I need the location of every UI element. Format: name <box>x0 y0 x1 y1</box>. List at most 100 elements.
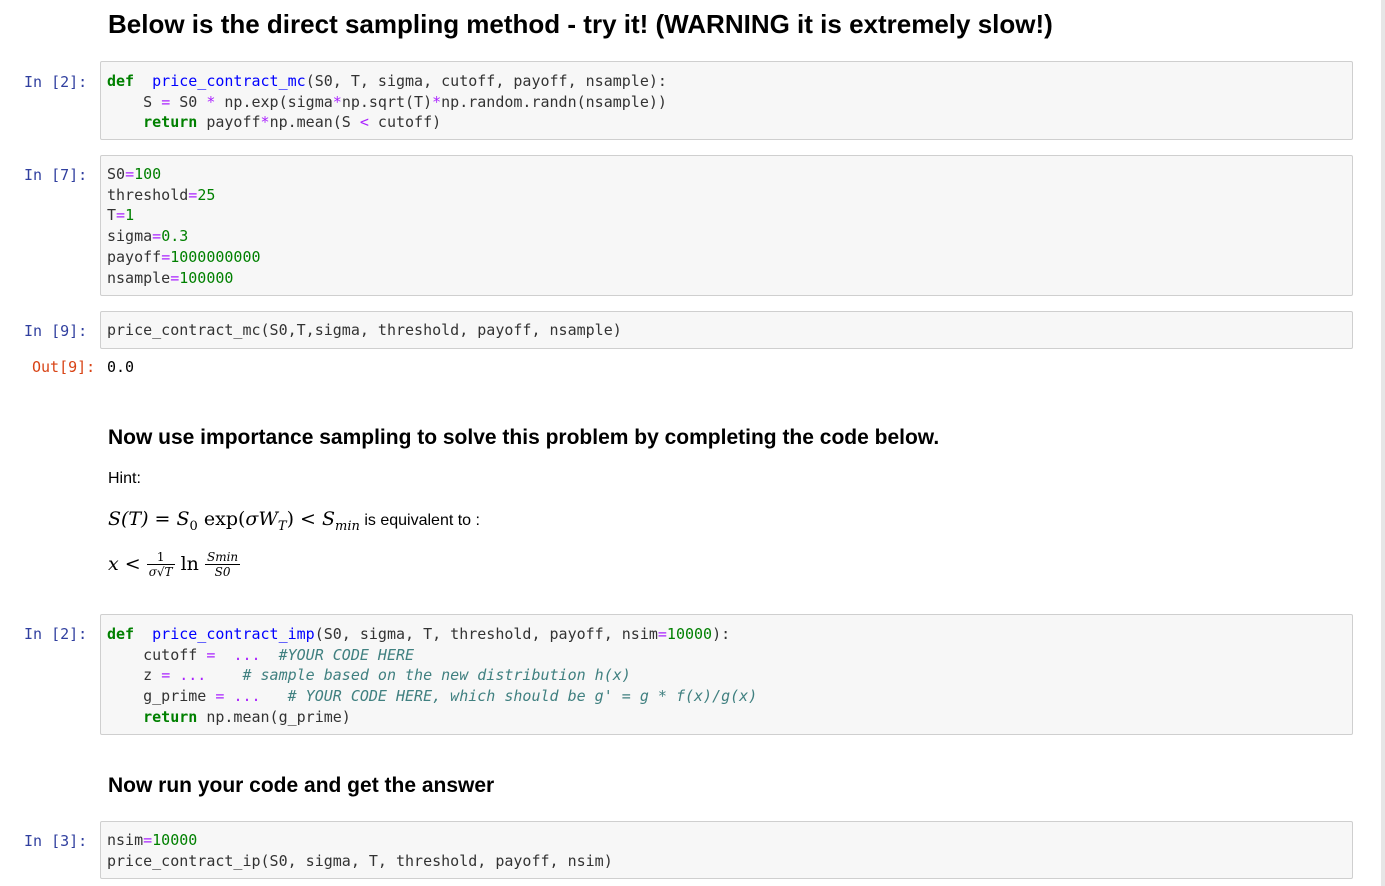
code-token: S <box>107 92 162 111</box>
code-token: (S0, sigma, T, threshold, payoff, nsim <box>314 625 658 643</box>
code-token: = <box>161 247 171 266</box>
code-token: * <box>260 113 270 132</box>
code-token: payoff <box>107 247 162 266</box>
code-token: 10000 <box>666 625 713 643</box>
code-token: * <box>332 92 342 111</box>
code-line: price_contract_ip(S0, sigma, T, threshol… <box>107 852 613 870</box>
cell-prompt-in-3: In [3]: <box>24 832 88 850</box>
code-token: T <box>107 206 117 225</box>
equivalent-text: is equivalent to : <box>359 512 480 529</box>
code-token: price_contract_ip(S0, sigma, T, threshol… <box>107 851 613 870</box>
code-line: threshold=25 <box>107 186 215 204</box>
code-token: = <box>152 227 162 246</box>
code-token: S0 <box>170 92 207 111</box>
code-line: return payoff*np.mean(S < cutoff) <box>107 113 441 131</box>
cell-output-value: 0.0 <box>107 358 135 376</box>
code-token: 100000 <box>179 268 234 287</box>
code-token: cutoff) <box>368 113 442 132</box>
code-token: = <box>161 92 171 111</box>
heading-direct-sampling: Below is the direct sampling method - tr… <box>108 9 1053 39</box>
code-line: return np.mean(g_prime) <box>107 708 351 726</box>
cell-prompt-in-2a: In [2]: <box>24 73 88 91</box>
code-token: cutoff <box>107 645 207 664</box>
code-line: payoff=1000000000 <box>107 248 261 266</box>
code-token: (S0, T, sigma, cutoff, payoff, nsample): <box>305 72 667 90</box>
heading-run-code: Now run your code and get the answer <box>108 774 495 797</box>
code-token: 25 <box>197 185 216 204</box>
code-line: S = S0 * np.exp(sigma*np.sqrt(T)*np.rand… <box>107 93 667 111</box>
code-line: nsample=100000 <box>107 269 233 287</box>
code-token: S0 <box>107 165 126 183</box>
code-token: np.mean(S <box>269 113 360 132</box>
code-line: g_prime = ... # YOUR CODE HERE, which sh… <box>107 687 757 705</box>
code-line: nsim=10000 <box>107 831 197 849</box>
code-token: np.random.randn(nsample)) <box>441 92 667 111</box>
cell-prompt-in-7: In [7]: <box>24 166 88 184</box>
code-token: ... <box>179 666 207 685</box>
code-token: = <box>116 206 126 225</box>
code-cell-run-imp[interactable]: nsim=10000 price_contract_ip(S0, sigma, … <box>100 821 1353 879</box>
code-token: = <box>161 666 171 685</box>
code-line: price_contract_mc(S0,T,sigma, threshold,… <box>107 321 622 339</box>
code-editor[interactable]: def price_contract_mc(S0, T, sigma, cuto… <box>101 62 1352 133</box>
code-token: = <box>143 831 153 849</box>
heading-importance-sampling: Now use importance sampling to solve thi… <box>108 426 940 449</box>
code-editor[interactable]: nsim=10000 price_contract_ip(S0, sigma, … <box>101 822 1352 871</box>
code-token: = <box>188 185 198 204</box>
code-token: 0.3 <box>161 227 189 246</box>
code-token: # YOUR CODE HERE, which should be g' = g… <box>287 687 758 706</box>
code-editor[interactable]: def price_contract_imp(S0, sigma, T, thr… <box>101 615 1352 728</box>
code-token: price_contract_mc(S0,T,sigma, threshold,… <box>107 321 622 339</box>
code-editor[interactable]: price_contract_mc(S0,T,sigma, threshold,… <box>101 312 1352 341</box>
code-cell-run-mc[interactable]: price_contract_mc(S0,T,sigma, threshold,… <box>100 311 1353 349</box>
code-cell-price-contract-imp[interactable]: def price_contract_imp(S0, sigma, T, thr… <box>100 614 1353 735</box>
code-token: < <box>359 113 369 132</box>
code-token: def <box>107 625 135 643</box>
code-cell-price-contract-mc[interactable]: def price_contract_mc(S0, T, sigma, cuto… <box>100 61 1353 140</box>
hint-equation-line: S(T) = S0 exp(σWT) < Smin is equivalent … <box>108 508 480 534</box>
hint-inequality-line: x < 1 σ√T ln Smin S0 <box>108 550 241 579</box>
code-line: S0=100 <box>107 165 161 183</box>
code-token: = <box>125 165 135 183</box>
code-token: = <box>170 268 180 287</box>
code-token: price_contract_mc <box>152 72 306 90</box>
code-token: threshold <box>107 185 189 204</box>
code-token: 10000 <box>152 831 198 849</box>
notebook-page: Below is the direct sampling method - tr… <box>0 0 1385 886</box>
code-line: T=1 <box>107 206 134 224</box>
code-line: cutoff = ... #YOUR CODE HERE <box>107 646 414 664</box>
code-token: 1 <box>125 206 135 225</box>
code-token: def <box>107 72 135 90</box>
code-token: return <box>143 707 198 726</box>
code-token: ): <box>712 625 731 643</box>
code-token: * <box>432 92 442 111</box>
code-token: nsample <box>107 268 171 287</box>
cell-prompt-in-9: In [9]: <box>24 322 88 340</box>
code-token: ... <box>233 687 261 706</box>
code-token: np.exp(sigma <box>215 92 333 111</box>
cell-prompt-in-2b: In [2]: <box>24 625 88 643</box>
code-token: g_prime <box>107 687 216 706</box>
code-token: 1000000000 <box>170 247 261 266</box>
scrollbar[interactable] <box>1381 0 1385 886</box>
code-editor[interactable]: S0=100 threshold=25 T=1 sigma=0.3 payoff… <box>101 156 1352 288</box>
code-token: price_contract_imp <box>152 625 315 643</box>
equation-stock-price: S(T) = S0 exp(σWT) < Smin <box>108 508 360 534</box>
code-token: payoff <box>197 113 261 132</box>
hint-label: Hint: <box>108 470 141 487</box>
code-cell-parameters[interactable]: S0=100 threshold=25 T=1 sigma=0.3 payoff… <box>100 155 1353 296</box>
code-token: # sample based on the new distribution h… <box>242 666 631 685</box>
code-line: z = ... # sample based on the new distri… <box>107 666 631 684</box>
code-token: return <box>143 113 198 132</box>
cell-prompt-out-9: Out[9]: <box>32 358 96 376</box>
code-token: np.mean(g_prime) <box>197 707 351 726</box>
code-token: z <box>107 666 162 685</box>
code-token: ... <box>233 645 261 664</box>
